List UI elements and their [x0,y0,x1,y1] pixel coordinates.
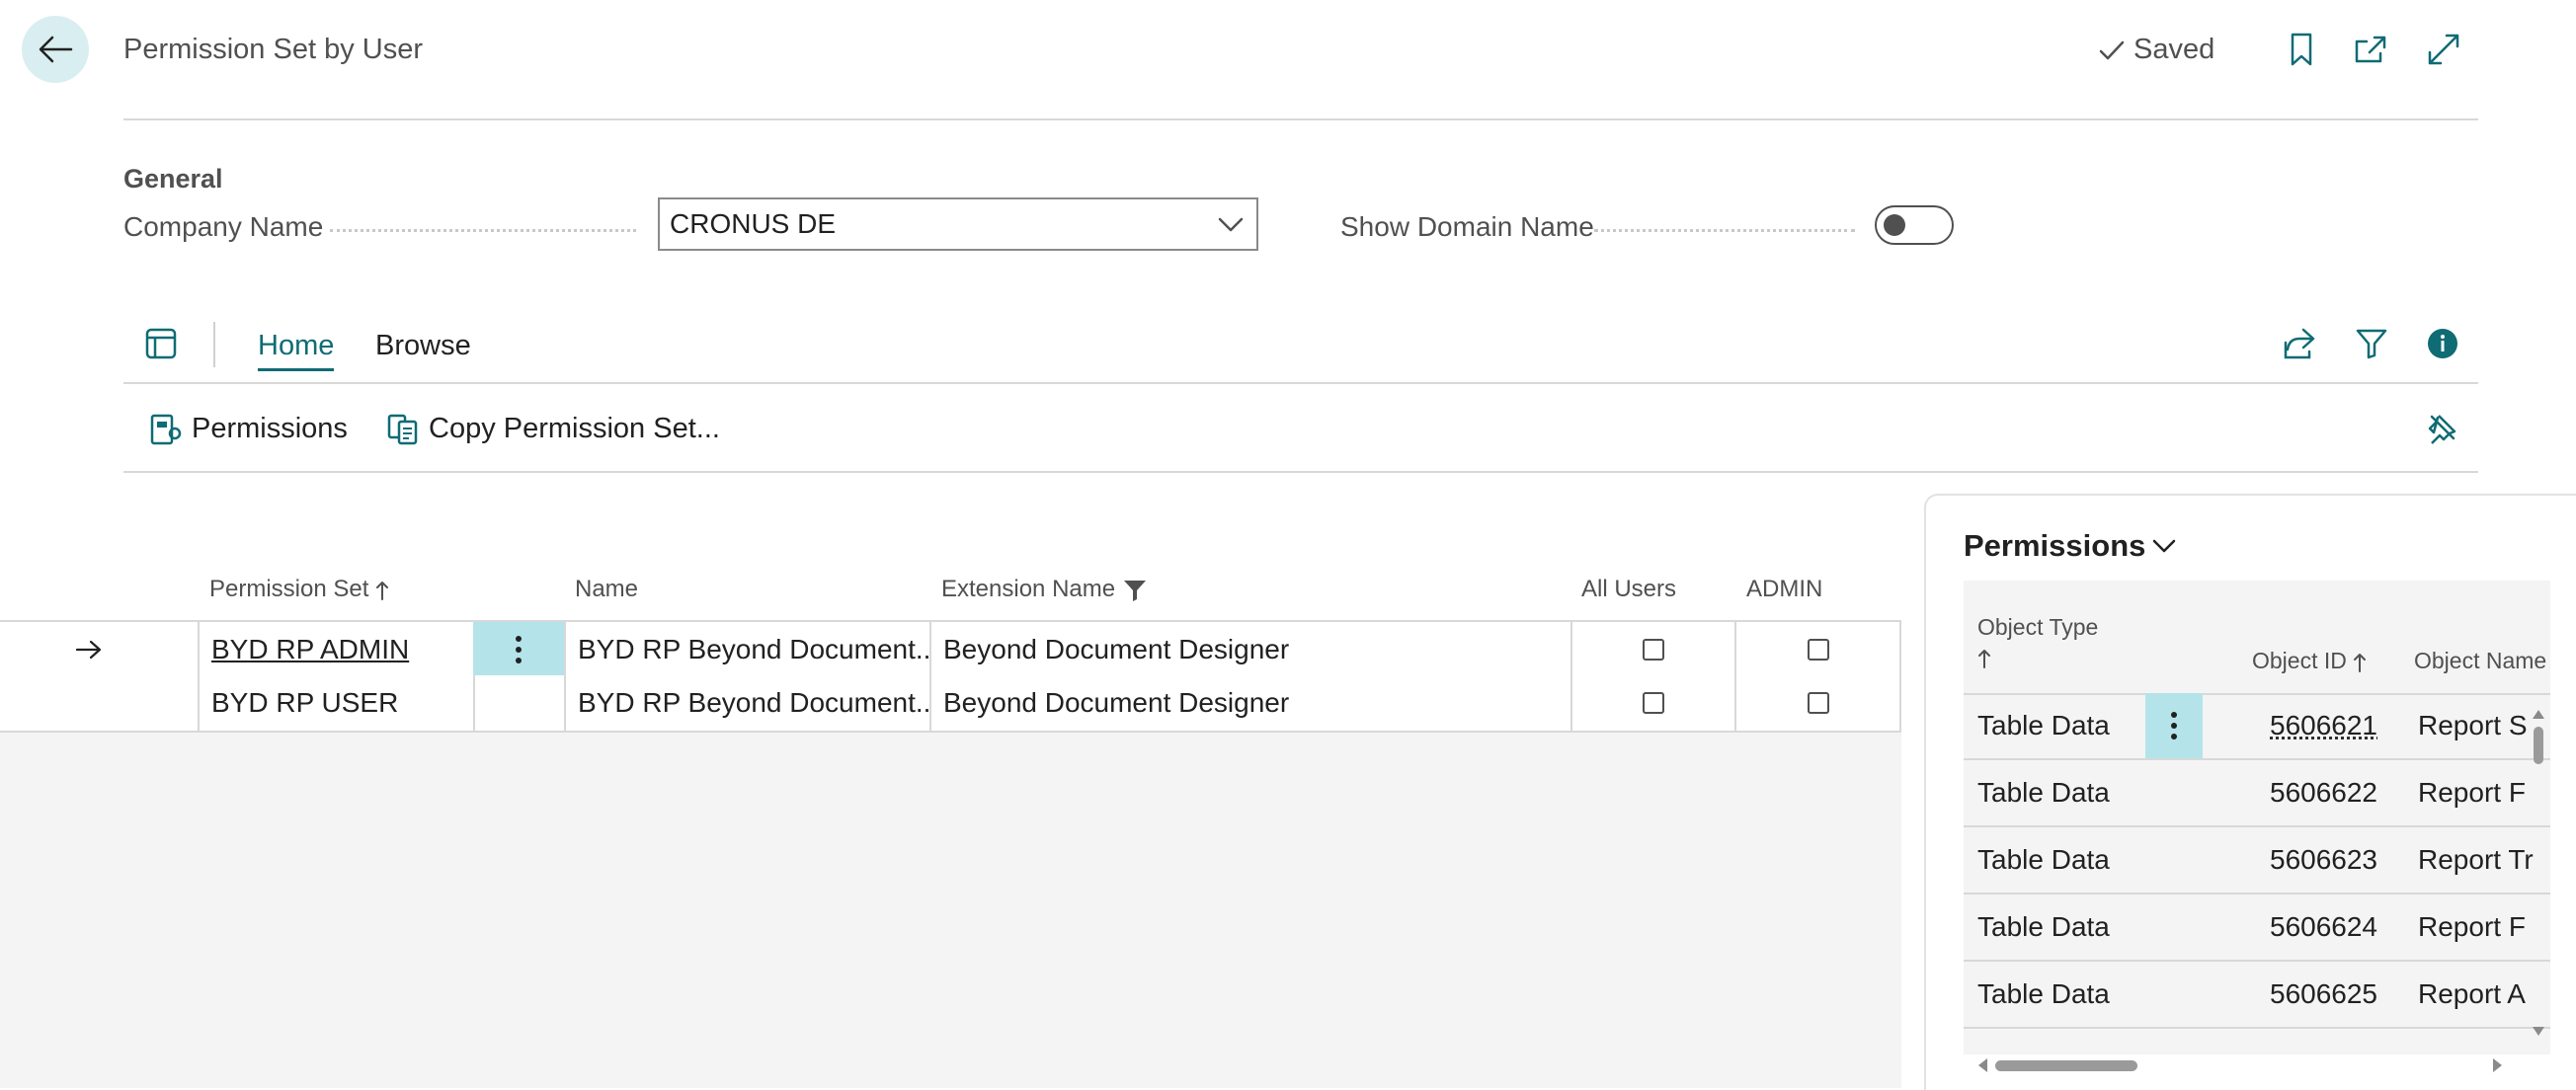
vertical-scrollbar[interactable] [2529,699,2548,1045]
list-item[interactable]: Table Data 5606624 Report F [1964,895,2550,962]
list-item[interactable]: Table Data 5606621 Report S [1964,693,2550,760]
object-id-cell[interactable]: 5606621 [2270,693,2377,758]
all-users-checkbox[interactable] [1643,622,1672,677]
action-bar-divider [123,382,2478,384]
copy-permission-set-label: Copy Permission Set... [429,413,720,444]
object-id-cell: 5606624 [2270,911,2378,942]
field-leader-dots [330,229,636,232]
actions-divider [123,471,2478,473]
header-divider [123,118,2478,120]
tab-home[interactable]: Home [258,330,335,371]
row-actions-button[interactable] [473,622,564,677]
row-actions-button[interactable] [2145,693,2203,758]
column-header-object-type[interactable]: Object Type [1977,614,2098,641]
field-leader-dots [1594,229,1855,232]
column-header-extension-name[interactable]: Extension Name [941,576,1148,603]
horizontal-scrollbar[interactable] [1973,1054,2507,1076]
show-domain-name-toggle[interactable] [1875,205,1954,245]
page-title: Permission Set by User [123,34,423,65]
sort-ascending-icon [375,580,389,601]
filter-icon [1122,579,1148,602]
permission-set-link[interactable]: BYD RP ADMIN [211,622,468,677]
company-name-select[interactable]: CRONUS DE [658,197,1258,251]
column-header-name[interactable]: Name [575,576,638,603]
toggle-knob [1884,214,1905,236]
extension-name-cell: Beyond Document Designer [943,687,1290,718]
company-name-label: Company Name [123,211,324,242]
saved-status: Saved [2098,34,2214,66]
admin-checkbox[interactable] [1808,622,1837,677]
list-item[interactable]: Table Data 5606625 Report A [1964,962,2550,1029]
expand-icon[interactable] [2424,30,2463,69]
chevron-down-icon [1217,213,1245,235]
object-type-cell: Table Data [1977,844,2110,875]
factbox-header: Object Type Object ID Object Name [1964,581,2550,695]
page-view-icon[interactable] [144,327,178,360]
current-row-arrow-icon [75,622,115,677]
checkmark-icon [2098,39,2126,62]
column-header-all-users[interactable]: All Users [1581,576,1676,603]
company-name-value: CRONUS DE [670,208,837,239]
admin-checkbox[interactable] [1808,675,1837,731]
bookmark-icon[interactable] [2282,30,2321,69]
permissions-action-label: Permissions [192,413,348,444]
permissions-factbox-table: Object Type Object ID Object Name Table … [1964,581,2550,1054]
chevron-down-icon [2151,536,2177,556]
object-id-cell: 5606622 [2270,777,2378,808]
action-bar-separator [213,322,215,367]
column-header-admin[interactable]: ADMIN [1746,576,1822,603]
list-item[interactable]: Table Data 5606623 Report Tr [1964,827,2550,895]
share-icon[interactable] [2282,327,2317,360]
copy-permission-set-action[interactable]: Copy Permission Set... [387,413,720,445]
permissions-icon [150,414,182,445]
object-type-cell: Table Data [1977,777,2110,808]
show-domain-name-label: Show Domain Name [1340,211,1594,242]
open-new-window-icon[interactable] [2351,30,2390,69]
general-section-title: General [123,164,223,194]
object-type-cell: Table Data [1977,710,2110,740]
back-button[interactable] [22,16,89,83]
object-id-cell: 5606625 [2270,978,2378,1009]
permissions-action[interactable]: Permissions [150,413,348,445]
extension-name-cell: Beyond Document Designer [943,634,1290,664]
list-item[interactable]: Table Data 5606622 Report F [1964,760,2550,827]
table-row[interactable]: BYD RP USER BYD RP Beyond Document... Be… [0,675,1901,733]
object-type-cell: Table Data [1977,978,2110,1009]
tab-browse[interactable]: Browse [375,330,471,362]
column-header-permission-set[interactable]: Permission Set [209,576,389,603]
sort-ascending-icon [1977,648,1991,669]
name-cell: BYD RP Beyond Document... [578,687,928,718]
permission-set-cell[interactable]: BYD RP USER [211,675,468,731]
object-type-cell: Table Data [1977,911,2110,942]
permission-set-table: BYD RP ADMIN BYD RP Beyond Document... B… [0,620,1901,733]
column-header-object-id[interactable]: Object ID [2252,648,2367,674]
unpin-icon[interactable] [2426,411,2459,444]
column-header-object-name[interactable]: Object Name [2414,648,2546,674]
object-id-cell: 5606623 [2270,844,2378,875]
permissions-factbox-title[interactable]: Permissions [1964,528,2177,564]
name-cell: BYD RP Beyond Document... [578,634,928,664]
sort-ascending-icon [2353,652,2367,673]
filter-icon[interactable] [2355,328,2388,359]
saved-label: Saved [2133,34,2215,65]
arrow-left-icon [38,35,73,64]
all-users-checkbox[interactable] [1643,675,1672,731]
info-icon[interactable] [2426,327,2459,360]
table-row[interactable]: BYD RP ADMIN BYD RP Beyond Document... B… [0,620,1901,679]
copy-icon [387,414,419,445]
